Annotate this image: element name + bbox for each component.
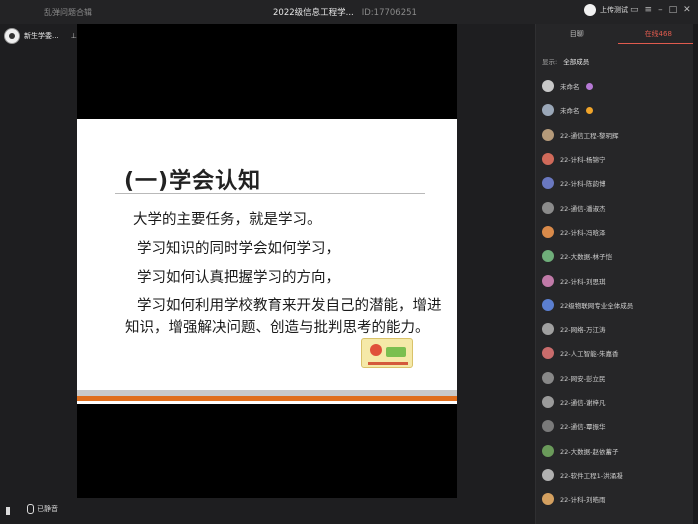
member-avatar <box>542 420 554 433</box>
speaker-icon[interactable] <box>6 507 14 515</box>
layout-icon[interactable]: ▭ <box>630 5 639 15</box>
member-row[interactable]: 22-计科-杨锦宁 <box>536 147 698 171</box>
member-avatar <box>542 444 554 457</box>
member-name: 22-网络-万江涛 <box>560 326 606 335</box>
member-row[interactable]: 未命名 <box>536 74 698 98</box>
member-name: 22-计科-陈韵博 <box>560 180 606 189</box>
side-panel: 目聊 在线468 显示: 全部成员 未命名 未命名 22-通信工程-黎玥辉 22-计科-… <box>535 24 698 524</box>
user-name: 上传测试 <box>600 6 628 14</box>
member-name: 22-大数据-林子恺 <box>560 253 612 262</box>
role-badge-icon <box>585 82 593 90</box>
slide-footer-accent <box>77 396 457 401</box>
close-icon[interactable]: ✕ <box>683 5 691 15</box>
member-name: 22-计科-冯晗泽 <box>560 228 606 237</box>
microphone-icon <box>27 504 34 514</box>
member-avatar <box>542 323 554 336</box>
slide-line: 学习知识的同时学会如何学习， <box>137 241 340 257</box>
mic-label: 已静音 <box>37 505 58 513</box>
slide-line: 学习如何利用学校教育来开发自己的潜能，增进 <box>137 298 442 314</box>
member-avatar <box>542 371 554 384</box>
member-row[interactable]: 22-软件工程1-洪涌凝 <box>536 463 698 487</box>
member-name: 22-计科-杨锦宁 <box>560 156 606 165</box>
member-row[interactable]: 22-通信-谢梓凡 <box>536 390 698 414</box>
panel-tabs: 目聊 在线468 <box>536 24 698 44</box>
member-filter[interactable]: 显示: 全部成员 <box>542 56 589 66</box>
member-row[interactable]: 22-网安-彭立民 <box>536 366 698 390</box>
filter-label: 显示: <box>542 58 558 66</box>
window-controls: ▭ ≡ – □ ✕ <box>630 5 691 15</box>
member-row[interactable]: 22-大数据-林子恺 <box>536 244 698 268</box>
member-avatar <box>542 396 554 408</box>
member-list: 未命名 未命名 22-通信工程-黎玥辉 22-计科-杨锦宁 22-计科-陈韵博 22-通信… <box>536 74 698 511</box>
role-badge-icon <box>585 106 593 114</box>
member-row[interactable]: 22-大数据-赵依蓄子 <box>536 438 698 462</box>
member-avatar <box>542 347 554 360</box>
slide-line: 知识，增强解决问题、创造与批判思考的能力。 <box>125 320 430 336</box>
member-row[interactable]: 22-计科-刘思琪 <box>536 268 698 292</box>
member-name: 22-通信-谢梓凡 <box>560 399 606 407</box>
member-row[interactable]: 22-计科-冯晗泽 <box>536 220 698 244</box>
title-bar: 乱弹问题合辑 2022级信息工程学... ID:17706251 上传测试 ▭ ≡… <box>0 0 698 24</box>
slide-line: 学习如何认真把握学习的方向， <box>137 270 340 286</box>
meeting-window: 乱弹问题合辑 2022级信息工程学... ID:17706251 上传测试 ▭ ≡… <box>0 0 698 524</box>
member-row[interactable]: 22-通信-潘淑杰 <box>536 195 698 219</box>
member-name: 22-软件工程1-洪涌凝 <box>560 471 623 480</box>
slide-heading: (一)学会认知 <box>124 169 262 194</box>
slide-line: 大学的主要任务，就是学习。 <box>133 212 322 228</box>
member-avatar <box>542 250 554 263</box>
member-name: 22-计科-刘思琪 <box>560 277 606 286</box>
member-avatar <box>542 493 554 506</box>
mic-button[interactable]: 已静音 <box>27 504 58 514</box>
member-row[interactable]: 未命名 <box>536 98 698 122</box>
member-name: 未命名 <box>560 83 580 92</box>
member-name: 22-通信工程-黎玥辉 <box>560 131 619 140</box>
filter-value: 全部成员 <box>563 58 590 66</box>
member-name: 未命名 <box>560 107 580 116</box>
member-row[interactable]: 22-通信-覃振华 <box>536 414 698 438</box>
room-id: ID:17706251 <box>361 8 417 18</box>
meeting-title: 2022级信息工程学... <box>273 8 354 18</box>
member-row[interactable]: 22-网络-万江涛 <box>536 317 698 341</box>
member-name: 22-人工智能-朱嘉香 <box>560 350 619 359</box>
menu-icon[interactable]: ≡ <box>645 5 653 15</box>
user-menu[interactable]: 上传测试 <box>584 4 628 16</box>
member-avatar <box>542 468 554 481</box>
member-name: 22-网安-彭立民 <box>560 374 606 383</box>
slide-divider <box>115 193 425 194</box>
presenter-avatar <box>4 28 20 44</box>
member-row[interactable]: 22-通信工程-黎玥辉 <box>536 123 698 147</box>
member-avatar <box>542 153 554 166</box>
user-avatar <box>584 4 596 16</box>
presenter-name: 新生学委... <box>24 32 59 40</box>
member-name: 22级物联网专业全体成员 <box>560 301 634 310</box>
tab-chat[interactable]: 目聊 <box>536 24 618 44</box>
member-name: 22-通信-潘淑杰 <box>560 204 606 213</box>
member-row[interactable]: 22-人工智能-朱嘉香 <box>536 341 698 365</box>
member-name: 22-大数据-赵依蓄子 <box>560 447 619 456</box>
shared-slide: (一)学会认知 大学的主要任务，就是学习。 学习知识的同时学会如何学习， 学习如… <box>77 119 457 404</box>
cartoon-sticker-image <box>361 338 413 368</box>
member-avatar <box>542 177 554 190</box>
pin-icon: ⊥ <box>70 32 77 40</box>
member-avatar <box>542 128 554 141</box>
member-avatar <box>542 201 554 214</box>
member-avatar <box>542 80 554 93</box>
window-left-text: 乱弹问题合辑 <box>44 8 92 17</box>
tab-online[interactable]: 在线468 <box>617 24 698 44</box>
member-row[interactable]: 22-计科-陈韵博 <box>536 171 698 195</box>
minimize-icon[interactable]: – <box>658 5 663 15</box>
member-avatar <box>542 225 554 238</box>
window-title: 2022级信息工程学... ID:17706251 <box>273 6 417 18</box>
member-name: 22-通信-覃振华 <box>560 423 606 432</box>
member-name: 22-计科-刘皓雨 <box>560 496 606 505</box>
member-avatar <box>542 104 554 117</box>
panel-scrollbar[interactable] <box>693 24 698 524</box>
member-row[interactable]: 22级物联网专业全体成员 <box>536 293 698 317</box>
maximize-icon[interactable]: □ <box>669 5 678 15</box>
member-avatar <box>542 298 554 311</box>
member-row[interactable]: 22-计科-刘皓雨 <box>536 487 698 511</box>
member-avatar <box>542 274 554 287</box>
bottom-toolbar: 已静音 <box>0 498 535 524</box>
